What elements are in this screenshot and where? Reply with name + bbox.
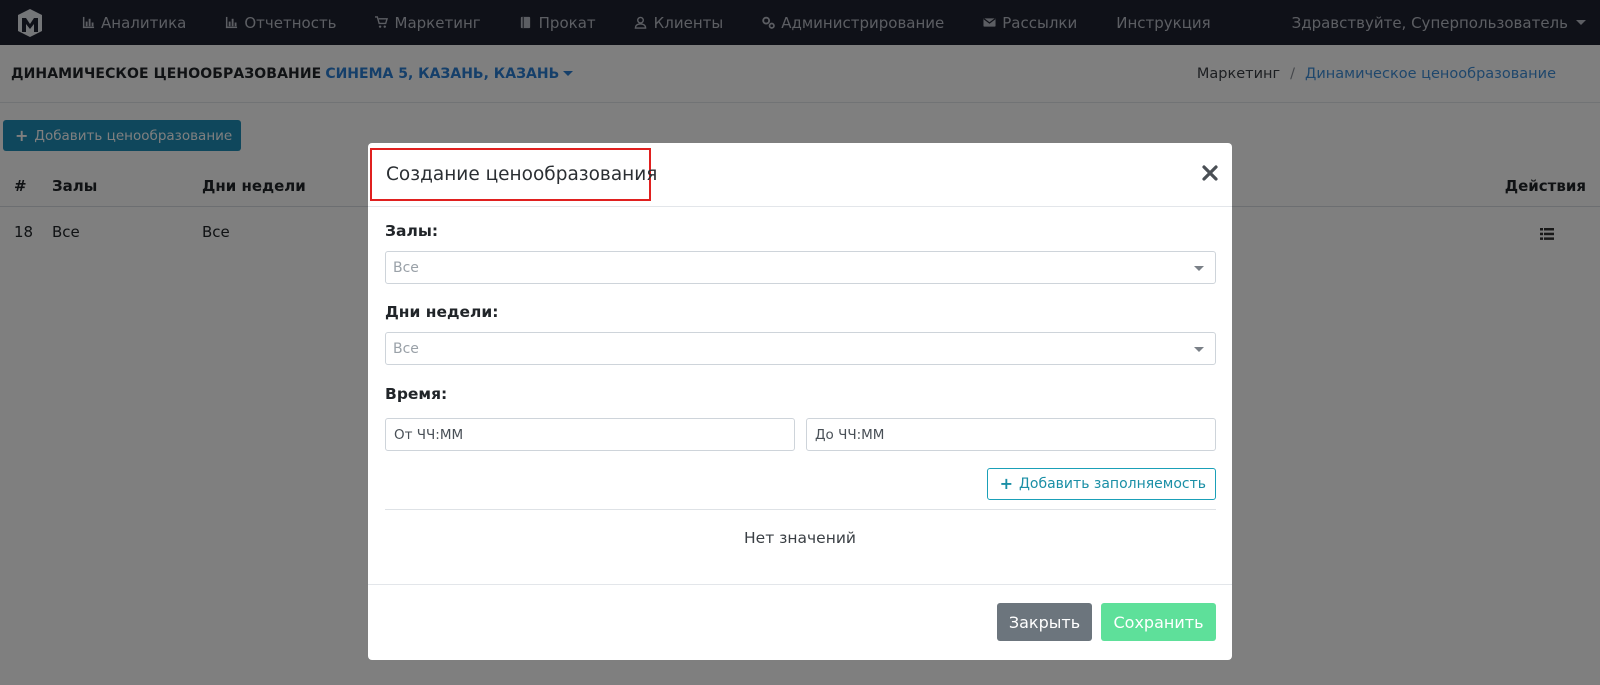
create-pricing-modal: Создание ценообразования Залы: Все Дни н… xyxy=(368,143,1232,660)
modal-title: Создание ценообразования xyxy=(386,164,658,185)
modal-title-highlight: Создание ценообразования xyxy=(370,148,657,201)
days-label: Дни недели: xyxy=(385,303,499,321)
divider xyxy=(385,509,1216,510)
add-occupancy-button-label: Добавить заполняемость xyxy=(1018,476,1206,492)
save-button[interactable]: Сохранить xyxy=(1101,603,1216,641)
close-icon[interactable] xyxy=(1200,163,1220,183)
halls-select[interactable]: Все xyxy=(385,251,1216,284)
close-button[interactable]: Закрыть xyxy=(997,603,1092,641)
time-to-input[interactable] xyxy=(806,418,1216,451)
halls-label: Залы: xyxy=(385,222,439,240)
halls-select-value: Все xyxy=(393,260,419,276)
days-select[interactable]: Все xyxy=(385,332,1216,365)
add-occupancy-button[interactable]: + Добавить заполняемость xyxy=(986,468,1216,500)
plus-icon: + xyxy=(999,474,1013,493)
modal-footer: Закрыть Сохранить xyxy=(368,584,1232,660)
chevron-down-icon xyxy=(1194,266,1204,271)
empty-state-text: Нет значений xyxy=(744,529,856,547)
days-select-value: Все xyxy=(393,341,419,357)
time-label: Время: xyxy=(385,385,448,403)
modal-header: Создание ценообразования xyxy=(368,143,1232,207)
chevron-down-icon xyxy=(1194,347,1204,352)
time-from-input[interactable] xyxy=(385,418,795,451)
